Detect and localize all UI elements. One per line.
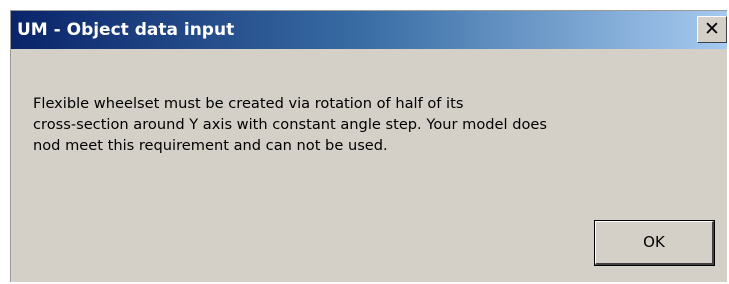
message-text: Flexible wheelset must be created via ro… <box>33 93 723 156</box>
message-dialog: UM - Object data input ✕ Flexible wheels… <box>10 10 727 282</box>
close-button[interactable]: ✕ <box>697 16 727 43</box>
message-line: cross-section around Y axis with constan… <box>33 116 547 133</box>
close-icon: ✕ <box>704 18 720 40</box>
ok-button[interactable]: OK <box>594 220 715 266</box>
message-line: nod meet this requirement and can not be… <box>33 137 388 154</box>
message-line: Flexible wheelset must be created via ro… <box>33 95 464 112</box>
window-title: UM - Object data input <box>17 20 235 40</box>
title-bar[interactable]: UM - Object data input ✕ <box>11 11 727 49</box>
